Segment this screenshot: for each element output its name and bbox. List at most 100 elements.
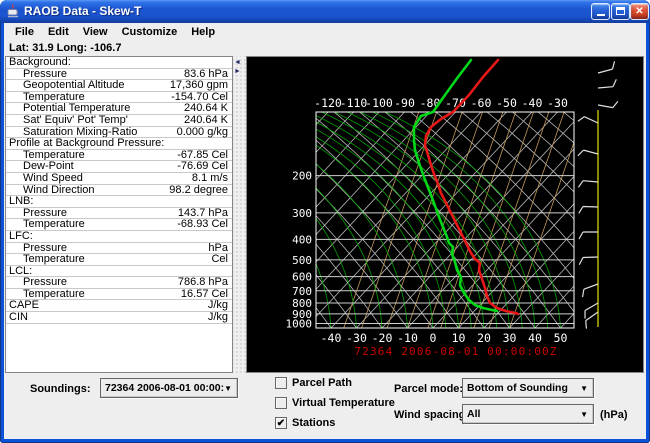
table-row-label: Profile at Background Pressure:: [6, 138, 228, 149]
collapse-left-icon[interactable]: ◄: [234, 59, 241, 66]
table-row-label: Sat' Equiv' Pot' Temp': [6, 115, 184, 126]
virtual-temperature-checkbox[interactable]: [275, 397, 287, 409]
app-window: RAOB Data - Skew-T ✕ File Edit View Cust…: [0, 0, 650, 443]
table-row-label: Background:: [6, 57, 228, 68]
minimize-icon: [597, 14, 605, 16]
close-icon: ✕: [635, 6, 643, 17]
chevron-down-icon[interactable]: ▼: [580, 384, 588, 393]
table-row-value: [228, 196, 232, 207]
table-row-label: CIN: [6, 312, 208, 323]
soundings-dropdown-value: 72364 2006-08-01 00:00:00Z: [105, 382, 224, 394]
close-button[interactable]: ✕: [630, 3, 649, 20]
table-row-label: Temperature: [6, 150, 177, 161]
table-row-value: [228, 57, 232, 68]
table-row-label: CAPE: [6, 300, 208, 311]
table-row-value: [228, 138, 232, 149]
wind-spacing-dropdown[interactable]: All ▼: [462, 404, 594, 424]
table-row-label: Pressure: [6, 277, 178, 288]
virtual-temperature-checkbox-row[interactable]: Virtual Temperature: [275, 397, 395, 409]
table-row: CINJ/kg: [6, 312, 232, 324]
sounding-data-table: Background:Pressure83.6 hPaGeopotential …: [5, 56, 233, 373]
table-row-value: 17,360 gpm: [170, 80, 232, 91]
table-row: PressurehPa: [6, 243, 232, 255]
chevron-down-icon[interactable]: ▼: [580, 410, 588, 419]
svg-text:50: 50: [554, 331, 568, 345]
parcel-path-checkbox[interactable]: [275, 377, 287, 389]
minimize-button[interactable]: [591, 3, 610, 20]
svg-text:-100: -100: [365, 96, 393, 110]
table-row-value: [228, 266, 232, 277]
table-row: Saturation Mixing-Ratio0.000 g/kg: [6, 127, 232, 139]
stations-checkbox-row[interactable]: ✔ Stations: [275, 417, 335, 429]
svg-text:-110: -110: [340, 96, 368, 110]
chevron-down-icon[interactable]: ▼: [224, 384, 232, 393]
table-row-label: Temperature: [6, 92, 171, 103]
table-row-label: Saturation Mixing-Ratio: [6, 127, 177, 138]
svg-text:40: 40: [528, 331, 542, 345]
parcel-path-checkbox-row[interactable]: Parcel Path: [275, 377, 352, 389]
menu-view[interactable]: View: [76, 25, 115, 39]
parcel-mode-dropdown[interactable]: Bottom of Sounding ▼: [462, 378, 594, 398]
svg-text:-60: -60: [471, 96, 492, 110]
table-row-label: LFC:: [6, 231, 228, 242]
table-row-value: hPa: [208, 243, 232, 254]
table-row-value: -76.69 Cel: [177, 161, 232, 172]
svg-text:30: 30: [503, 331, 517, 345]
table-row: Wind Direction98.2 degree: [6, 185, 232, 197]
table-row-value: 83.6 hPa: [184, 69, 232, 80]
svg-text:10: 10: [452, 331, 466, 345]
svg-text:500: 500: [292, 254, 312, 267]
table-row-value: 0.000 g/kg: [177, 127, 232, 138]
java-cup-icon: [6, 4, 21, 19]
parcel-mode-label: Parcel mode:: [394, 383, 463, 395]
maximize-button[interactable]: [611, 3, 630, 20]
table-row-value: 16.57 Cel: [181, 289, 232, 300]
table-row: CAPEJ/kg: [6, 300, 232, 312]
wind-spacing-unit-label: (hPa): [600, 409, 628, 421]
bottom-controls: Soundings: 72364 2006-08-01 00:00:00Z ▼ …: [4, 373, 646, 439]
svg-text:-90: -90: [394, 96, 415, 110]
menubar: File Edit View Customize Help: [4, 23, 646, 41]
menu-customize[interactable]: Customize: [115, 25, 185, 39]
lat-long-label: Lat: 31.9 Long: -106.7: [4, 41, 646, 56]
svg-text:600: 600: [292, 271, 312, 284]
stations-checkbox[interactable]: ✔: [275, 417, 287, 429]
wind-spacing-dropdown-value: All: [467, 408, 480, 420]
station-time-label: 72364 2006-08-01 00:00:00Z: [354, 345, 557, 358]
svg-text:20: 20: [477, 331, 491, 345]
table-row-value: -67.85 Cel: [177, 150, 232, 161]
table-row-value: 786.8 hPa: [178, 277, 232, 288]
table-row-value: 8.1 m/s: [192, 173, 232, 184]
wind-spacing-label: Wind spacing:: [394, 409, 469, 421]
table-row: TemperatureCel: [6, 254, 232, 266]
table-row-label: Wind Direction: [6, 185, 169, 196]
table-row-value: [228, 231, 232, 242]
soundings-dropdown[interactable]: 72364 2006-08-01 00:00:00Z ▼: [100, 378, 238, 398]
table-row: Temperature-68.93 Cel: [6, 219, 232, 231]
menu-help[interactable]: Help: [184, 25, 222, 39]
parcel-path-label: Parcel Path: [292, 377, 352, 389]
table-row-value: 240.64 K: [184, 115, 232, 126]
table-row: Background:: [6, 57, 232, 69]
titlebar[interactable]: RAOB Data - Skew-T ✕: [0, 0, 650, 23]
table-rows: Background:Pressure83.6 hPaGeopotential …: [6, 57, 232, 324]
skewt-chart-panel: 2003004005006007008009001000-120-110-100…: [246, 56, 644, 373]
table-row-label: Wind Speed: [6, 173, 192, 184]
table-row: LNB:: [6, 196, 232, 208]
table-row-label: Pressure: [6, 243, 208, 254]
virtual-temperature-label: Virtual Temperature: [292, 397, 395, 409]
table-row-value: -154.70 Cel: [171, 92, 232, 103]
table-row-value: J/kg: [208, 312, 232, 323]
table-row-label: Pressure: [6, 69, 184, 80]
expand-right-icon[interactable]: ►: [234, 68, 241, 75]
table-row: Profile at Background Pressure:: [6, 138, 232, 150]
table-row: Temperature16.57 Cel: [6, 289, 232, 301]
svg-text:0: 0: [430, 331, 437, 345]
menu-edit[interactable]: Edit: [41, 25, 76, 39]
table-row-label: LCL:: [6, 266, 228, 277]
menu-file[interactable]: File: [8, 25, 41, 39]
table-row-value: 98.2 degree: [169, 185, 232, 196]
splitpane-divider[interactable]: ◄ ►: [233, 56, 246, 373]
table-row-value: 240.64 K: [184, 103, 232, 114]
table-row-label: Temperature: [6, 254, 211, 265]
